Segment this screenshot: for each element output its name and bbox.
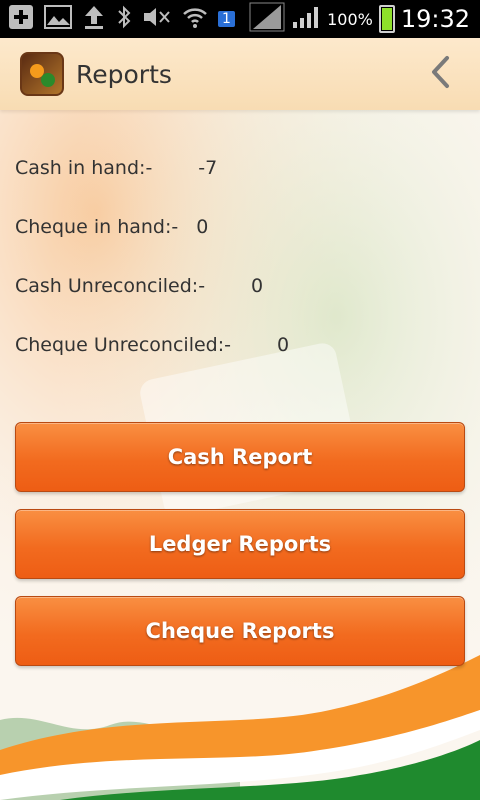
cheque-reports-button[interactable]: Cheque Reports [15,596,465,666]
cheque-in-hand-row: Cheque in hand:- 0 [15,197,289,256]
cash-in-hand-row: Cash in hand:- -7 [15,138,289,197]
page-title: Reports [76,59,172,89]
app-logo-icon [20,52,64,96]
cheque-unreconciled-row: Cheque Unreconciled:- 0 [15,315,289,374]
cash-report-button[interactable]: Cash Report [15,422,465,492]
cash-unreconciled-row: Cash Unreconciled:- 0 [15,256,289,315]
back-button[interactable] [422,56,458,92]
clock: 19:32 [400,5,470,33]
summary-value: 0 [277,333,290,356]
summary-label: Cash Unreconciled:- [15,274,206,297]
summary-label: Cheque in hand:- [15,215,179,238]
gallery-icon [44,5,72,33]
summary-label: Cash in hand:- [15,156,153,179]
upload-icon [82,4,106,34]
wifi-icon [182,5,208,33]
battery-icon [378,5,395,33]
add-icon [8,4,34,34]
status-left-icons: 1 [0,4,235,34]
summary-value: 0 [251,274,264,297]
battery-percent: 100% [327,9,373,29]
signal-icon [249,2,285,36]
summary-label: Cheque Unreconciled:- [15,333,231,356]
status-bar: 1 100% 19:32 [0,0,480,38]
summary-value: -7 [198,156,218,179]
bluetooth-icon [116,4,132,34]
mute-icon [142,5,172,33]
report-summary: Cash in hand:- -7 Cheque in hand:- 0 Cas… [15,138,289,374]
ledger-reports-button[interactable]: Ledger Reports [15,509,465,579]
signal-strength-icon [291,4,321,34]
chevron-left-icon [429,55,451,93]
app-header: Reports [0,38,480,110]
status-right-icons: 100% 19:32 [249,2,480,36]
sim-badge: 1 [218,11,235,27]
summary-value: 0 [196,215,209,238]
